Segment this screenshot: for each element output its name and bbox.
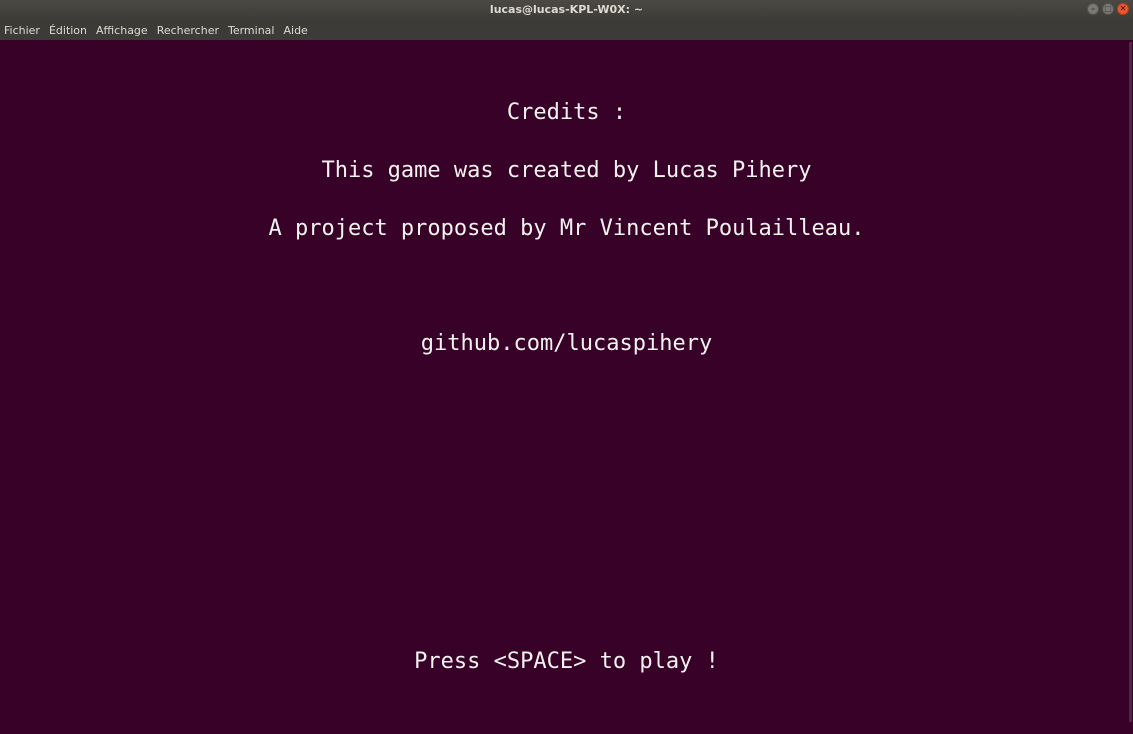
minimize-icon[interactable]: – <box>1087 3 1099 15</box>
menu-aide[interactable]: Aide <box>279 24 311 37</box>
window-title: lucas@lucas-KPL-W0X: ~ <box>489 3 644 16</box>
menu-bar: Fichier Édition Affichage Rechercher Ter… <box>0 21 1133 40</box>
play-prompt: Press <SPACE> to play ! <box>414 649 719 674</box>
terminal-window: lucas@lucas-KPL-W0X: ~ – □ ✕ Fichier Édi… <box>0 0 1133 734</box>
credits-heading: Credits : <box>506 100 627 125</box>
title-bar[interactable]: lucas@lucas-KPL-W0X: ~ – □ ✕ <box>0 0 1133 21</box>
terminal-area[interactable]: Credits : This game was created by Lucas… <box>0 40 1133 734</box>
menu-edition[interactable]: Édition <box>45 24 91 37</box>
creator-line: This game was created by Lucas Pihery <box>321 158 812 183</box>
github-link: github.com/lucaspihery <box>420 331 713 356</box>
menu-terminal[interactable]: Terminal <box>224 24 279 37</box>
menu-rechercher[interactable]: Rechercher <box>153 24 223 37</box>
window-controls: – □ ✕ <box>1087 3 1129 15</box>
close-icon[interactable]: ✕ <box>1117 3 1129 15</box>
scrollbar[interactable] <box>1129 42 1132 722</box>
menu-affichage[interactable]: Affichage <box>92 24 152 37</box>
proposal-line: A project proposed by Mr Vincent Poulail… <box>268 216 865 241</box>
menu-fichier[interactable]: Fichier <box>0 24 44 37</box>
maximize-icon[interactable]: □ <box>1102 3 1114 15</box>
